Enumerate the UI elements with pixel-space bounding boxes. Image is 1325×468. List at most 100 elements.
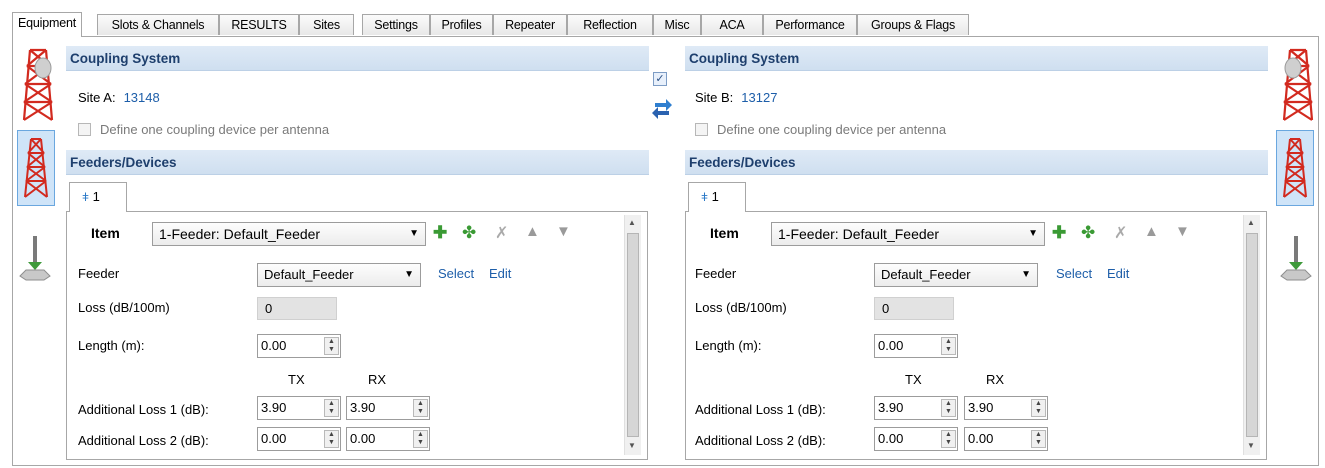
tx-header: TX [905, 372, 922, 387]
length-value: 0.00 [261, 338, 287, 353]
tab-misc[interactable]: Misc [653, 14, 701, 35]
delete-icon[interactable]: ✗ [495, 223, 508, 243]
coupling-system-header: Coupling System [66, 46, 649, 71]
tower-with-dish-icon[interactable] [1280, 46, 1316, 122]
scroll-thumb[interactable] [1246, 233, 1258, 437]
spinner-icon[interactable]: ▲ ▼ [324, 337, 339, 355]
loss-field: 0 [257, 297, 337, 320]
tower-button-selected[interactable] [1276, 130, 1314, 206]
edit-link[interactable]: Edit [489, 266, 511, 281]
spinner-icon[interactable]: ▲ ▼ [941, 399, 956, 417]
additional-loss-2-tx-input[interactable]: 0.00 ▲ ▼ [874, 427, 958, 451]
site-label: Site A: [78, 90, 116, 105]
move-up-icon[interactable]: ▲ [525, 223, 540, 240]
antenna-icon[interactable] [18, 234, 52, 282]
tab-label: 1 [711, 189, 719, 204]
move-down-icon[interactable]: ▼ [1175, 223, 1190, 240]
tab-sites[interactable]: Sites [299, 14, 354, 35]
spinner-icon[interactable]: ▲ ▼ [1031, 399, 1046, 417]
feeder-label: Feeder [78, 266, 120, 281]
additional-loss-2-rx-input[interactable]: 0.00 ▲ ▼ [964, 427, 1048, 451]
scroll-up-icon[interactable]: ▲ [628, 218, 636, 227]
tab-feeder-1[interactable]: ǂ 1 [688, 182, 746, 212]
item-select[interactable]: 1-Feeder: Default_Feeder ▼ [771, 222, 1045, 246]
loss-field: 0 [874, 297, 954, 320]
chevron-down-icon: ▼ [1021, 269, 1031, 280]
insert-icon[interactable]: ✤ [462, 223, 476, 243]
feeder-select[interactable]: Default_Feeder ▼ [874, 263, 1038, 287]
antenna-small-icon: ǂ [82, 190, 90, 204]
length-input[interactable]: 0.00 ▲ ▼ [257, 334, 341, 358]
tower-with-dish-icon[interactable] [20, 46, 56, 122]
additional-loss-1-rx-input[interactable]: 3.90 ▲ ▼ [346, 396, 430, 420]
additional-loss-1-rx-value: 3.90 [968, 400, 994, 415]
feeder-panel-scrollbar[interactable]: ▲ ▼ [624, 215, 641, 455]
delete-icon[interactable]: ✗ [1114, 223, 1127, 243]
spinner-icon[interactable]: ▲ ▼ [413, 430, 428, 448]
item-label: Item [710, 225, 739, 241]
scroll-up-icon[interactable]: ▲ [1247, 218, 1255, 227]
edit-link[interactable]: Edit [1107, 266, 1129, 281]
select-link[interactable]: Select [438, 266, 474, 281]
add-icon[interactable]: ✚ [433, 223, 447, 243]
scroll-down-icon[interactable]: ▼ [1247, 441, 1255, 450]
length-input[interactable]: 0.00 ▲ ▼ [874, 334, 958, 358]
spinner-icon[interactable]: ▲ ▼ [413, 399, 428, 417]
spinner-icon[interactable]: ▲ ▼ [324, 399, 339, 417]
loss-label: Loss (dB/100m) [695, 300, 787, 315]
antenna-icon[interactable] [1279, 234, 1313, 282]
spinner-icon[interactable]: ▲ ▼ [941, 430, 956, 448]
item-select-value: 1-Feeder: Default_Feeder [159, 226, 321, 242]
feeder-panel [685, 211, 1267, 460]
site-b: Site B: 13127 [695, 90, 777, 105]
feeder-label: Feeder [695, 266, 737, 281]
scroll-down-icon[interactable]: ▼ [628, 441, 636, 450]
feeder-panel [66, 211, 648, 460]
feeder-select[interactable]: Default_Feeder ▼ [257, 263, 421, 287]
additional-loss-2-tx-input[interactable]: 0.00 ▲ ▼ [257, 427, 341, 451]
spinner-icon[interactable]: ▲ ▼ [1031, 430, 1046, 448]
chevron-down-icon: ▼ [404, 269, 414, 280]
coupling-system-header: Coupling System [685, 46, 1268, 71]
spinner-icon[interactable]: ▲ ▼ [324, 430, 339, 448]
tab-results[interactable]: RESULTS [219, 14, 299, 35]
tower-button-selected[interactable] [17, 130, 55, 206]
insert-icon[interactable]: ✤ [1081, 223, 1095, 243]
tab-repeater[interactable]: Repeater [493, 14, 567, 35]
define-coupling-checkbox[interactable] [695, 123, 708, 136]
chevron-down-icon: ▼ [1028, 228, 1038, 239]
move-up-icon[interactable]: ▲ [1144, 223, 1159, 240]
additional-loss-1-rx-input[interactable]: 3.90 ▲ ▼ [964, 396, 1048, 420]
item-select[interactable]: 1-Feeder: Default_Feeder ▼ [152, 222, 426, 246]
additional-loss-1-tx-input[interactable]: 3.90 ▲ ▼ [874, 396, 958, 420]
length-label: Length (m): [695, 338, 762, 353]
additional-loss-2-rx-value: 0.00 [350, 431, 376, 446]
tab-settings[interactable]: Settings [362, 14, 430, 35]
swap-arrows-icon[interactable] [651, 96, 673, 120]
move-down-icon[interactable]: ▼ [556, 223, 571, 240]
additional-loss-1-label: Additional Loss 1 (dB): [78, 402, 209, 417]
tab-performance[interactable]: Performance [763, 14, 857, 35]
tab-groups-flags[interactable]: Groups & Flags [857, 14, 969, 35]
tab-reflection[interactable]: Reflection [567, 14, 653, 35]
select-link[interactable]: Select [1056, 266, 1092, 281]
define-coupling-label: Define one coupling device per antenna [100, 122, 330, 137]
spinner-icon[interactable]: ▲ ▼ [941, 337, 956, 355]
rx-header: RX [986, 372, 1005, 387]
feeder-select-value: Default_Feeder [881, 267, 971, 282]
additional-loss-1-tx-input[interactable]: 3.90 ▲ ▼ [257, 396, 341, 420]
feeder-panel-scrollbar[interactable]: ▲ ▼ [1243, 215, 1260, 455]
tab-slots-channels[interactable]: Slots & Channels [97, 14, 219, 35]
tab-equipment[interactable]: Equipment [12, 12, 82, 37]
scroll-thumb[interactable] [627, 233, 639, 437]
item-select-value: 1-Feeder: Default_Feeder [778, 226, 940, 242]
tab-feeder-1[interactable]: ǂ 1 [69, 182, 127, 212]
tower-icon [1283, 138, 1307, 198]
define-coupling-checkbox[interactable] [78, 123, 91, 136]
sync-checkbox[interactable]: ✓ [653, 72, 667, 86]
tab-aca[interactable]: ACA [701, 14, 763, 35]
add-icon[interactable]: ✚ [1052, 223, 1066, 243]
feeders-devices-header: Feeders/Devices [66, 150, 649, 175]
additional-loss-2-rx-input[interactable]: 0.00 ▲ ▼ [346, 427, 430, 451]
tab-profiles[interactable]: Profiles [430, 14, 493, 35]
